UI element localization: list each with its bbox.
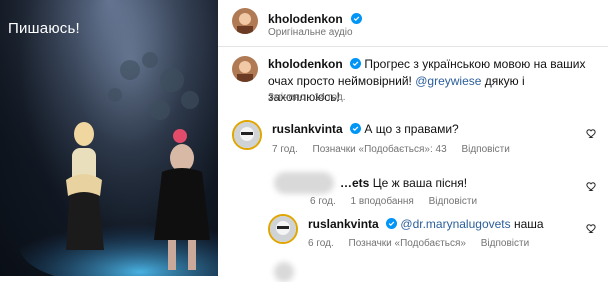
avatar[interactable] [232, 56, 258, 82]
like-heart-icon[interactable] [586, 126, 598, 144]
caption-mention[interactable]: @greywiese [415, 74, 481, 88]
reply-text: наша [510, 217, 544, 231]
comment-text: А що з правами? [364, 122, 459, 136]
reel-media[interactable]: Пишаюсь! [0, 0, 218, 276]
like-heart-icon[interactable] [586, 221, 598, 239]
audio-label[interactable]: Оригінальне аудіо [268, 27, 353, 38]
reply-time: 6 год. [310, 196, 336, 207]
verified-badge-icon [386, 217, 398, 233]
avatar[interactable] [268, 214, 298, 244]
post-header: kholodenkon Оригінальне аудіо [218, 0, 608, 46]
next-comment-preview [274, 262, 294, 282]
reply-likes[interactable]: Позначки «Подобається» [349, 238, 466, 249]
verified-badge-icon [350, 122, 362, 138]
header-username[interactable]: kholodenkon [268, 12, 343, 26]
reply-likes[interactable]: 1 вподобання [351, 196, 414, 207]
caption-username[interactable]: kholodenkon [268, 57, 343, 71]
reply-text: Це ж ваша пісня! [372, 176, 468, 190]
reply-button[interactable]: Відповісти [429, 196, 477, 207]
verified-badge-icon [350, 57, 362, 73]
reply-username[interactable]: …ets [340, 176, 369, 190]
avatar[interactable] [232, 120, 262, 150]
blurred-avatar [274, 172, 334, 194]
reply-button[interactable]: Відповісти [481, 238, 529, 249]
comment-username[interactable]: ruslankvinta [272, 122, 343, 136]
comments-panel: kholodenkon Оригінальне аудіо kholodenko… [218, 0, 608, 282]
stage-scene [0, 0, 218, 276]
reply-time: 6 год. [308, 238, 334, 249]
media-caption: Пишаюсь! [8, 20, 80, 37]
comment-time: 7 год. [272, 144, 298, 155]
like-heart-icon[interactable] [586, 179, 598, 197]
reply-mention[interactable]: @dr.marynalugovets [400, 217, 510, 231]
reply-username[interactable]: ruslankvinta [308, 217, 379, 231]
caption-meta: Змінено · 14 год. [268, 92, 346, 103]
header-divider [218, 46, 608, 47]
avatar[interactable] [232, 8, 258, 34]
comment-likes[interactable]: Позначки «Подобається»: 43 [313, 144, 447, 155]
reply-button[interactable]: Відповісти [461, 144, 509, 155]
